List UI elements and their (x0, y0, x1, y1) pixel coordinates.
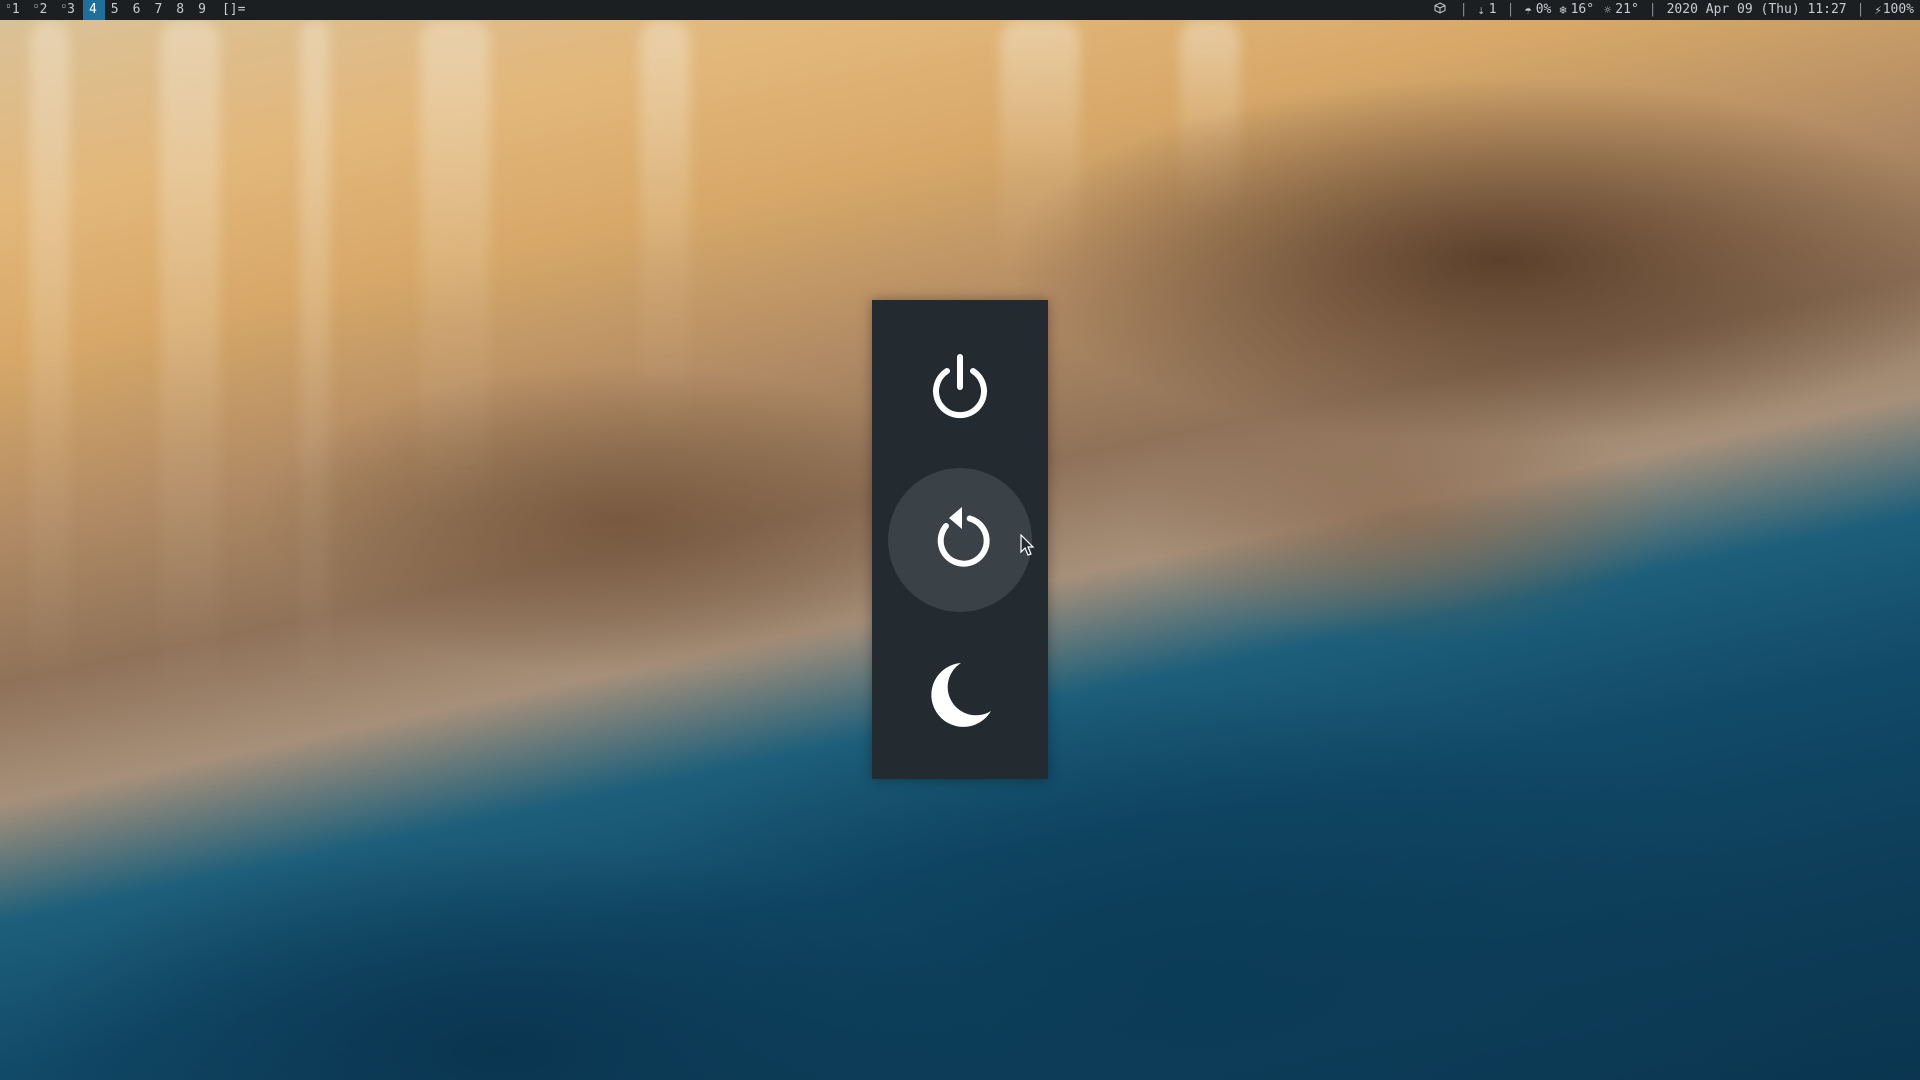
workspace-list: ▫1 ▫2 ▫3 4 5 6 7 8 9 []= (0, 0, 245, 20)
wallpaper-detail (1000, 20, 1080, 280)
restart-icon (937, 507, 990, 567)
separator: | (1506, 2, 1515, 17)
sleep-button[interactable] (888, 622, 1032, 766)
battery-charging-icon: ⚡ (1874, 3, 1882, 17)
occupied-indicator: ▫ (61, 1, 67, 10)
package-icon (1390, 0, 1446, 40)
battery-level: 100% (1882, 2, 1914, 17)
workspace-label: 9 (198, 2, 206, 17)
workspace-label: 4 (88, 2, 97, 17)
umbrella-icon: ☂ (1524, 3, 1532, 17)
workspace-tag-4[interactable]: 4 (82, 0, 105, 20)
high-temperature: 21° (1615, 2, 1639, 17)
status-area: | ⇣ 1 | ☂ 0% ❄ 16° ☼ 21° | 2020 Apr 09 (Thu)… (1390, 0, 1914, 40)
workspace-tag-3[interactable]: ▫3 (55, 0, 83, 20)
wallpaper-detail (1180, 20, 1240, 220)
mouse-cursor (1020, 534, 1035, 556)
download-icon: ⇣ (1477, 3, 1485, 17)
moon-icon (931, 663, 991, 727)
workspace-tag-5[interactable]: 5 (105, 0, 127, 20)
workspace-label: 6 (132, 2, 141, 17)
layout-indicator[interactable]: []= (222, 0, 245, 20)
sun-icon: ☼ (1604, 3, 1612, 17)
reboot-button[interactable] (888, 468, 1032, 612)
separator: | (1459, 2, 1468, 17)
separator: | (1648, 2, 1657, 17)
workspace-label: 3 (67, 2, 75, 17)
low-temperature: 16° (1570, 2, 1595, 17)
occupied-indicator: ▫ (33, 1, 39, 10)
workspace-label: 2 (39, 2, 48, 17)
wallpaper-detail (420, 20, 490, 520)
occupied-indicator: ▫ (6, 1, 11, 10)
workspace-label: 8 (176, 2, 185, 17)
wallpaper-detail (300, 20, 330, 720)
workspace-tag-8[interactable]: 8 (170, 0, 192, 20)
power-icon (933, 354, 987, 419)
workspace-tag-7[interactable]: 7 (148, 0, 170, 20)
updates-count: 1 (1488, 2, 1497, 17)
workspace-tag-6[interactable]: 6 (127, 0, 149, 20)
workspace-tag-2[interactable]: ▫2 (28, 0, 56, 20)
workspace-label: 1 (11, 2, 20, 17)
workspace-label: 5 (110, 2, 119, 17)
workspace-tag-1[interactable]: ▫1 (0, 0, 28, 20)
rain-chance: 0% (1535, 2, 1552, 17)
status-bar: ▫1 ▫2 ▫3 4 5 6 7 8 9 []= | ⇣ 1 | ☂ 0% ❄ 16°… (0, 0, 1920, 20)
clock: 2020 Apr 09 (Thu) 11:27 (1666, 2, 1847, 17)
wallpaper-detail (30, 20, 70, 720)
workspace-tag-9[interactable]: 9 (192, 0, 214, 20)
wallpaper-detail (640, 20, 690, 440)
separator: | (1856, 2, 1865, 17)
workspace-label: 7 (154, 2, 163, 17)
shutdown-button[interactable] (888, 316, 1032, 460)
wallpaper-detail (160, 20, 220, 720)
snowflake-icon: ❄ (1559, 3, 1567, 17)
